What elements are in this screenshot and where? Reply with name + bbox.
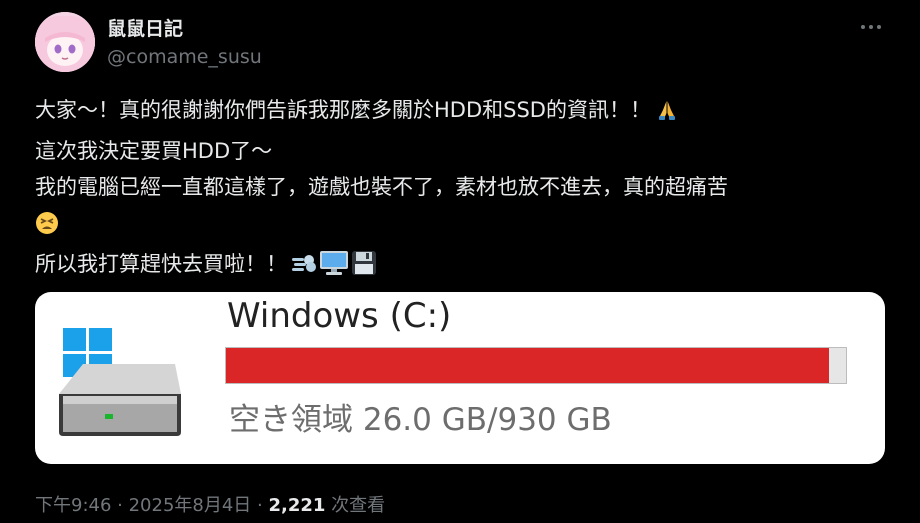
author-name[interactable]: 鼠鼠日記 — [107, 14, 183, 41]
avatar-image — [35, 12, 95, 72]
avatar[interactable] — [35, 12, 95, 72]
tweet-meta: 下午9:46 · 2025年8月4日 · 2,221 次查看 — [35, 491, 385, 517]
more-options-button[interactable] — [856, 16, 886, 38]
tweet-time[interactable]: 下午9:46 — [35, 495, 111, 516]
disk-usage-fill — [226, 348, 829, 383]
desktop-computer-icon — [319, 250, 349, 287]
meta-separator: · — [111, 495, 129, 516]
more-icon-dot — [861, 25, 865, 29]
views-count: 2,221 — [268, 495, 326, 516]
drive-icon — [59, 328, 181, 436]
more-icon-dot — [877, 25, 881, 29]
drive-title: Windows (C:) — [227, 296, 452, 336]
tweet-date[interactable]: 2025年8月4日 — [129, 495, 252, 516]
tweet-line: 這次我決定要買HDD了〜 — [35, 139, 273, 163]
meta-separator: · — [251, 495, 269, 516]
floppy-disk-icon — [351, 250, 377, 287]
tweet-line-text: 大家〜！真的很謝謝你們告訴我那麼多關於HDD和SSD的資訊！！ — [35, 98, 651, 122]
views-label: 次查看 — [325, 495, 386, 516]
author-handle[interactable]: @comame_susu — [107, 46, 262, 68]
tweet-line: 所以我打算趕快去買啦！！ — [35, 246, 895, 287]
tweet-line: 大家〜！真的很謝謝你們告訴我那麼多關於HDD和SSD的資訊！！ — [35, 92, 895, 133]
tweet-text: 大家〜！真的很謝謝你們告訴我那麼多關於HDD和SSD的資訊！！ 這次我決定要買H… — [35, 92, 895, 287]
folded-hands-icon — [655, 97, 679, 133]
tweet-line-text: 所以我打算趕快去買啦！！ — [35, 252, 287, 276]
free-space-label: 空き領域 26.0 GB/930 GB — [229, 402, 612, 438]
tweet-line — [35, 205, 895, 246]
tired-face-icon — [35, 210, 59, 246]
more-icon-dot — [869, 25, 873, 29]
dash-icon — [291, 251, 317, 287]
tweet-line: 我的電腦已經一直都這樣了，遊戲也裝不了，素材也放不進去，真的超痛苦 — [35, 175, 728, 199]
disk-usage-bar — [225, 347, 847, 384]
attached-image[interactable]: Windows (C:) 空き領域 26.0 GB/930 GB — [35, 292, 885, 464]
